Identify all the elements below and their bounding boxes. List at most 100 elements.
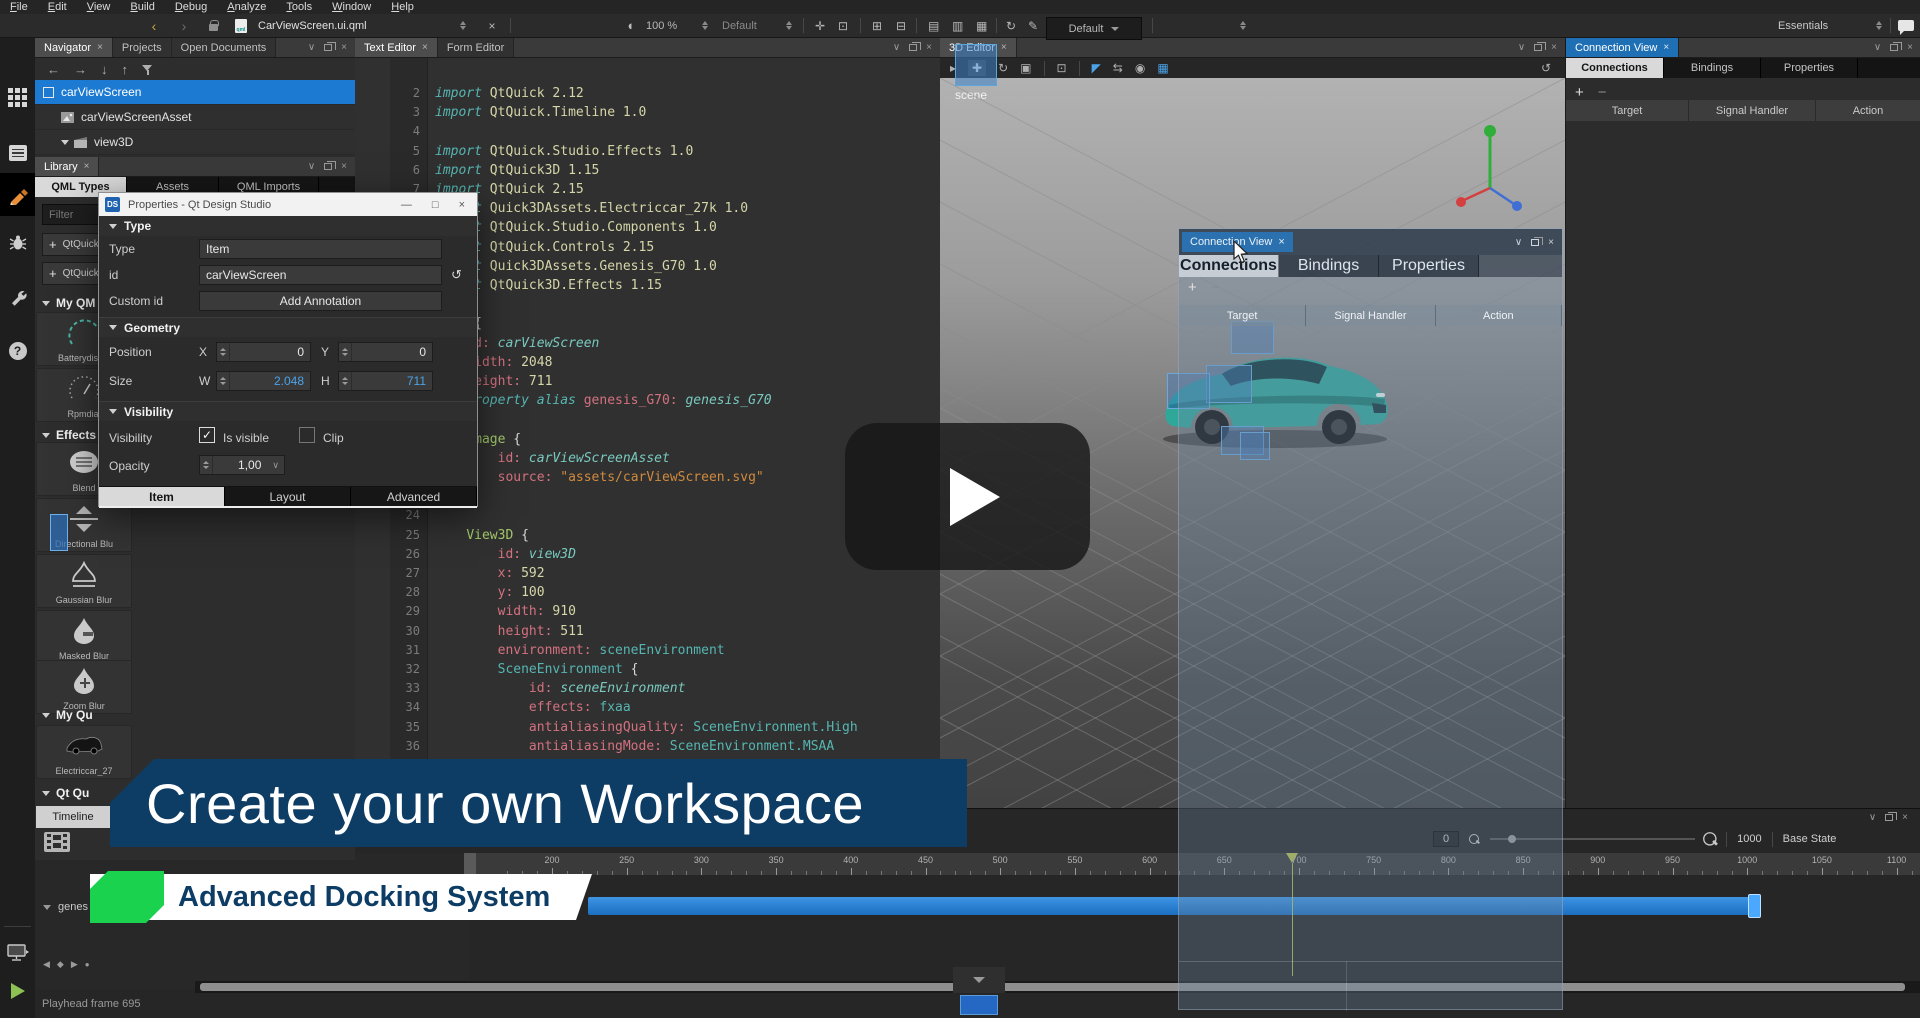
tree-item-view3D[interactable]: view3D [35,130,355,155]
add-annotation-button[interactable]: Add Annotation [199,291,442,311]
remove-connection-button[interactable]: − [1598,84,1607,101]
dialog-title-bar[interactable]: DS Properties - Qt Design Studio — □ × [99,193,477,216]
tab-bindings[interactable]: Bindings [1279,255,1379,277]
menu-item-window[interactable]: Window [332,1,371,13]
navigator-panel-tools[interactable]: ∨× [300,38,355,57]
type-field[interactable]: Item [199,239,442,259]
library-item-gaussian-blur[interactable]: Gaussian Blur [36,554,132,608]
tab-bindings[interactable]: Bindings [1664,58,1761,78]
library-section-effects[interactable]: Effects [42,428,96,442]
sidebar-select[interactable]: Essentials [1778,14,1828,37]
next-keyframe-icon[interactable]: ▶ [71,959,78,970]
column-header-action[interactable]: Action [1436,305,1562,326]
move-left-icon[interactable]: ← [47,62,60,77]
minimize-icon[interactable]: — [401,199,412,211]
local-global-icon[interactable]: ⇆ [1113,61,1123,75]
prev-keyframe-icon[interactable]: ◀ [43,959,50,970]
axis-gizmo[interactable] [1450,118,1530,213]
document-spinner[interactable] [460,14,466,37]
fit-selected-icon[interactable]: ⊡ [1057,61,1067,75]
style-spinner[interactable] [1240,14,1246,37]
3d-editor-panel-tools[interactable]: ∨× [1510,38,1565,57]
move-down-icon[interactable]: ↓ [101,62,108,77]
reset-view-icon[interactable]: ↺ [1541,61,1565,75]
tab-navigator[interactable]: Navigator× [35,38,113,57]
dialog-tab-advanced[interactable]: Advanced [351,487,477,506]
timeline-scrollbar[interactable] [195,981,1920,993]
remove-connection-button[interactable]: − [1211,279,1220,296]
menu-item-edit[interactable]: Edit [48,1,67,13]
library-section-my-qm[interactable]: My QM [42,296,95,310]
add-connection-button[interactable]: + [1188,279,1197,296]
bounding-rect-icon[interactable]: ⊡ [838,14,848,37]
close-document-icon[interactable]: × [486,14,498,37]
ruler-handle[interactable] [464,853,476,875]
grid-toggle-icon[interactable]: ▦ [1157,61,1168,75]
timeline-blue-handle[interactable] [960,995,998,1015]
refresh-icon[interactable]: ↻ [1006,14,1016,37]
column-header-signal-handler[interactable]: Signal Handler [1689,100,1816,121]
tree-item-carViewScreenAsset[interactable]: carViewScreenAsset [35,105,355,130]
end-keyframe-marker[interactable] [1748,894,1761,918]
opacity-stepper[interactable]: 1,00∨ [199,455,285,475]
library-item-zoom-blur[interactable]: Zoom Blur [36,660,132,714]
document-title[interactable]: CarViewScreen.ui.qml [258,14,367,37]
id-field[interactable]: carViewScreen [199,265,442,285]
text-editor-panel-tools[interactable]: ∨× [885,38,940,57]
menu-item-build[interactable]: Build [130,1,154,13]
column-header-target[interactable]: Target [1179,305,1306,326]
zoom-spinner[interactable] [702,14,708,37]
tab-connections[interactable]: Connections [1179,255,1279,277]
x-stepper[interactable]: 0 [216,342,311,362]
menu-item-view[interactable]: View [87,1,111,13]
floating-panel-tools[interactable]: ∨× [1507,237,1562,248]
workspace-spinner[interactable] [786,14,792,37]
menu-item-file[interactable]: File [10,1,28,13]
add-connection-button[interactable]: + [1575,84,1584,101]
edit-box-icon[interactable]: ✎ [1028,14,1038,37]
close-icon[interactable]: × [459,199,465,211]
tab-text-editor[interactable]: Text Editor× [355,38,438,57]
tab-properties[interactable]: Properties [1379,255,1479,277]
tab-connection-view[interactable]: Connection View× [1566,38,1679,57]
tab-connections[interactable]: Connections [1566,58,1664,78]
run-play-icon[interactable] [0,974,35,1008]
list-view-icon[interactable]: ▤ [928,14,939,37]
connection-view-panel-tools[interactable]: ∨× [1866,38,1920,57]
properties-dialog[interactable]: DS Properties - Qt Design Studio — □ × T… [98,192,478,507]
scale-tool-icon[interactable]: ▣ [1020,61,1031,75]
column-view-icon[interactable]: ▥ [952,14,963,37]
column-header-target[interactable]: Target [1566,100,1689,121]
sidebar-spinner[interactable] [1876,14,1882,37]
border-add-icon[interactable]: ⊟ [896,14,906,37]
edit-document-icon[interactable] [0,136,35,170]
base-state-button[interactable]: Base State [1783,833,1837,845]
dialog-tab-layout[interactable]: Layout [225,487,351,506]
column-header-signal-handler[interactable]: Signal Handler [1306,305,1435,326]
menu-item-analyze[interactable]: Analyze [227,1,266,13]
y-stepper[interactable]: 0 [338,342,433,362]
section-visibility[interactable]: Visibility [99,401,477,421]
run-debug-play-icon[interactable] [0,1010,35,1018]
forward-button[interactable]: › [176,14,192,37]
tab-properties[interactable]: Properties [1761,58,1858,78]
floating-connection-view[interactable]: Connection View× ∨× ConnectionsBindingsP… [1178,228,1563,1010]
library-item-masked-blur[interactable]: Masked Blur [36,610,132,664]
style-select[interactable]: Default [1046,17,1142,40]
library-section-my-qu[interactable]: My Qu [42,708,93,722]
section-type[interactable]: Type [99,216,477,236]
workspace-select[interactable]: Default [722,14,757,37]
feedback-bubble-icon[interactable] [1898,14,1914,37]
cone-light-icon[interactable]: ◤ [1092,61,1101,75]
help-icon[interactable]: ? [0,334,35,368]
border-icon[interactable]: ⊞ [872,14,882,37]
library-section-qt-qu[interactable]: Qt Qu [42,786,89,800]
move-right-icon[interactable]: → [74,62,87,77]
maximize-icon[interactable]: □ [432,199,439,211]
expander-icon[interactable] [43,905,51,910]
rotate-tool-icon[interactable]: ↻ [998,61,1008,75]
library-item-electriccar_27[interactable]: Electriccar_27 [36,725,132,779]
tree-item-carViewScreen[interactable]: carViewScreen [35,80,355,105]
keyframe-diamond-icon[interactable]: ◆ [57,959,64,970]
live-preview-monitor-icon[interactable] [0,936,35,970]
